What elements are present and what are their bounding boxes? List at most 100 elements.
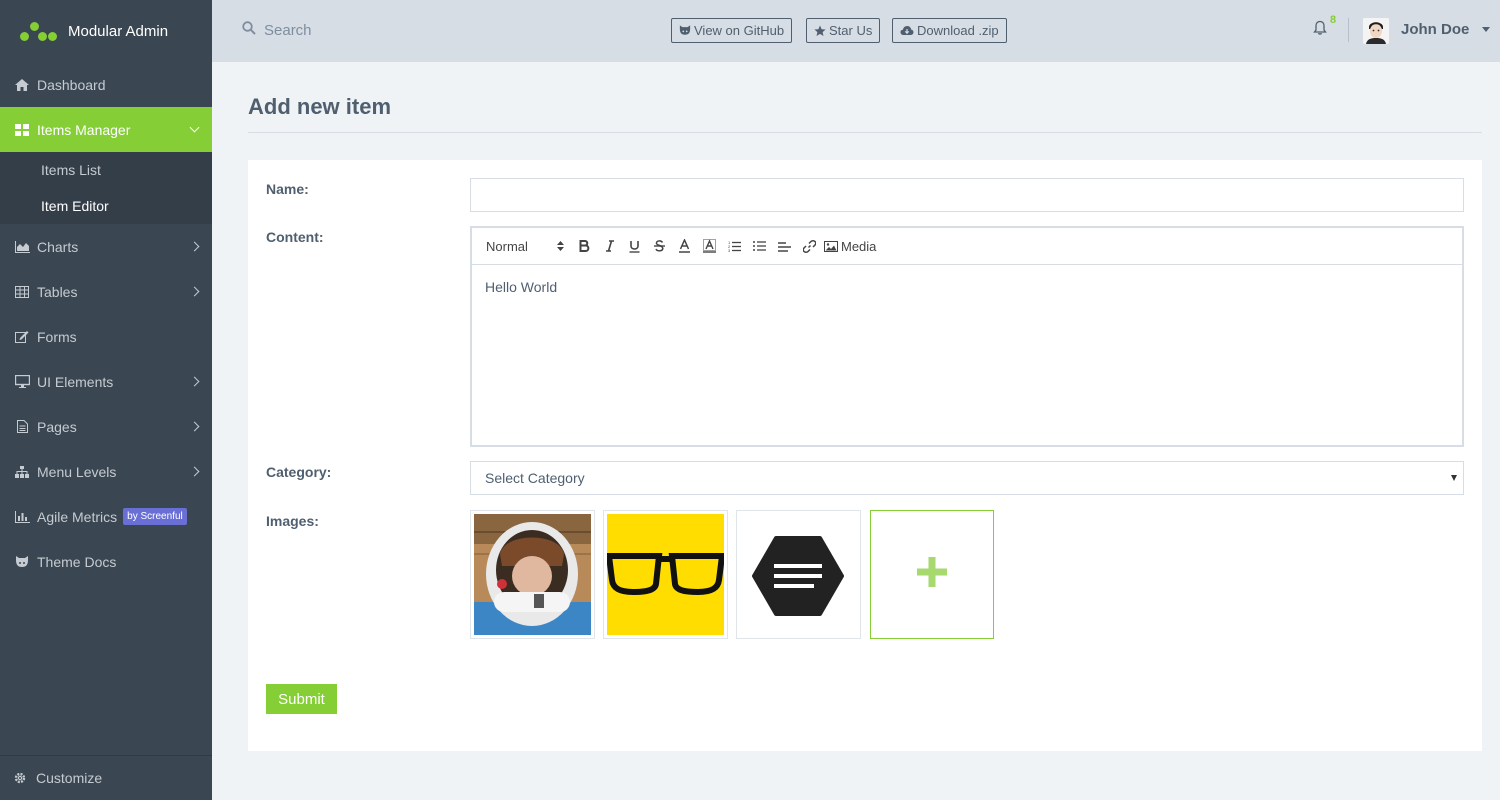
logo-icon [18, 20, 60, 42]
sidebar: Modular Admin Dashboard Items Manager It… [0, 0, 212, 800]
sidebar-item-tables[interactable]: Tables [0, 269, 212, 314]
plus-icon [917, 557, 947, 592]
page-title: Add new item [248, 94, 392, 119]
chevron-right-icon [189, 241, 200, 251]
bullet-list-button[interactable] [747, 235, 772, 257]
editor-content[interactable]: Hello World [472, 265, 1462, 309]
chevron-down-icon [189, 122, 200, 132]
bold-button[interactable] [572, 235, 597, 257]
gear-icon [14, 772, 30, 784]
title-divider [248, 132, 1482, 133]
github-icon [679, 25, 691, 36]
user-name[interactable]: John Doe [1401, 21, 1469, 38]
chevron-right-icon [189, 421, 200, 431]
hexagon-logo [740, 514, 857, 635]
add-image-button[interactable] [870, 510, 994, 639]
images-label: Images: [266, 513, 319, 529]
sidebar-item-label: Charts [37, 238, 79, 255]
search-icon [242, 21, 256, 39]
cloud-download-icon [900, 25, 914, 36]
image-thumbnail-glasses[interactable] [603, 510, 728, 639]
strikethrough-button[interactable] [647, 235, 672, 257]
desktop-icon [14, 375, 30, 389]
bar-chart-icon [14, 510, 30, 524]
star-icon [814, 25, 826, 37]
submenu-items-manager: Items List Item Editor [0, 152, 212, 224]
notification-count-badge: 8 [1330, 14, 1337, 26]
astronaut-photo [474, 514, 591, 635]
sidebar-item-ui-elements[interactable]: UI Elements [0, 359, 212, 404]
brand-title: Modular Admin [68, 22, 169, 40]
customize-button[interactable]: Customize [0, 755, 212, 800]
image-thumbnail-hexagon[interactable] [736, 510, 861, 639]
sidebar-item-label: Pages [37, 418, 77, 435]
text-color-button[interactable] [672, 235, 697, 257]
sidebar-item-label: Items Manager [37, 121, 131, 138]
sidebar-item-forms[interactable]: Forms [0, 314, 212, 359]
search-bar [242, 21, 464, 39]
sidebar-item-agile-metrics[interactable]: Agile Metrics by Screenful [0, 494, 212, 539]
format-select[interactable]: Normal [486, 239, 564, 254]
media-button[interactable]: Media [824, 239, 876, 254]
sidebar-item-menu-levels[interactable]: Menu Levels [0, 449, 212, 494]
home-icon [14, 78, 30, 92]
format-select-value: Normal [486, 238, 528, 254]
link-button[interactable] [797, 235, 822, 257]
file-icon [14, 420, 30, 434]
name-label: Name: [266, 181, 309, 197]
customize-label: Customize [36, 770, 103, 786]
media-button-label: Media [841, 238, 877, 254]
category-label: Category: [266, 464, 332, 480]
sidebar-item-dashboard[interactable]: Dashboard [0, 62, 212, 107]
github-icon [14, 555, 30, 569]
item-form-card: Name: Content: Normal 123 Media Hello Wo… [248, 160, 1482, 751]
header-divider [1348, 18, 1349, 42]
sidebar-item-charts[interactable]: Charts [0, 224, 212, 269]
search-input[interactable] [264, 21, 464, 39]
avatar[interactable] [1363, 18, 1389, 44]
category-select[interactable]: Select Category [470, 461, 1464, 495]
sidebar-item-theme-docs[interactable]: Theme Docs [0, 539, 212, 584]
sidebar-item-label: Forms [37, 328, 77, 345]
caret-down-icon[interactable] [1482, 27, 1490, 32]
rich-text-editor: Normal 123 Media Hello World [470, 226, 1464, 447]
chevron-right-icon [189, 466, 200, 476]
image-icon [824, 240, 838, 252]
underline-button[interactable] [622, 235, 647, 257]
star-us-button[interactable]: Star Us [806, 18, 881, 43]
ordered-list-button[interactable]: 123 [722, 235, 747, 257]
sidebar-item-items-manager[interactable]: Items Manager [0, 107, 212, 152]
sidebar-item-label: Menu Levels [37, 463, 117, 480]
background-color-button[interactable] [697, 235, 722, 257]
content-label: Content: [266, 229, 324, 245]
screenful-badge: by Screenful [123, 508, 187, 525]
bell-icon[interactable] [1313, 20, 1327, 41]
image-thumbnail-astronaut[interactable] [470, 510, 595, 639]
sidebar-item-label: UI Elements [37, 373, 114, 390]
name-input[interactable] [470, 178, 1464, 212]
download-zip-button[interactable]: Download .zip [892, 18, 1007, 43]
download-button-label: Download .zip [917, 23, 999, 38]
sidebar-item-pages[interactable]: Pages [0, 404, 212, 449]
view-on-github-button[interactable]: View on GitHub [671, 18, 793, 43]
brand[interactable]: Modular Admin [0, 0, 212, 62]
sidebar-item-label: Dashboard [37, 76, 106, 93]
editor-toolbar: Normal 123 Media [472, 228, 1462, 265]
category-select-value: Select Category [485, 470, 585, 486]
sidebar-item-label: Agile Metrics [37, 508, 118, 525]
star-button-label: Star Us [829, 23, 873, 38]
sidebar-item-items-list[interactable]: Items List [0, 152, 212, 188]
chevron-right-icon [189, 376, 200, 386]
chevron-right-icon [189, 286, 200, 296]
submit-button[interactable]: Submit [266, 684, 337, 714]
align-button[interactable] [772, 235, 797, 257]
svg-text:3: 3 [728, 248, 731, 252]
caret-down-icon [1451, 475, 1457, 481]
table-icon [14, 285, 30, 299]
grid-icon [14, 123, 30, 137]
sidebar-item-label: Theme Docs [37, 553, 117, 570]
italic-button[interactable] [597, 235, 622, 257]
sidebar-item-item-editor[interactable]: Item Editor [0, 188, 212, 224]
github-button-label: View on GitHub [694, 23, 785, 38]
area-chart-icon [14, 240, 30, 254]
